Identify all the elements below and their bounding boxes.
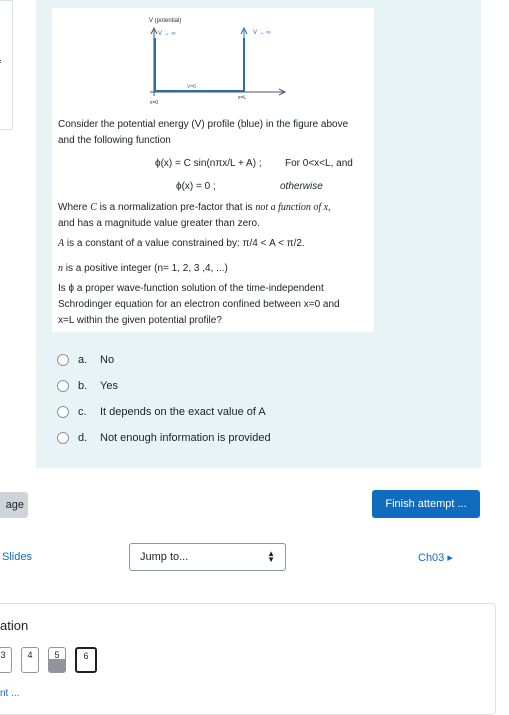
answer-option-c[interactable]: c. It depends on the exact value of A <box>57 403 266 421</box>
question-nav-button-3[interactable]: 3 <box>0 647 12 673</box>
intro-line-2: and the following function <box>58 135 171 146</box>
answer-text: Yes <box>100 380 118 392</box>
answer-option-b[interactable]: b. Yes <box>57 377 118 395</box>
answer-text: Not enough information is provided <box>100 432 271 444</box>
ask-line-2: Schrodinger equation for an electron con… <box>58 299 340 310</box>
radio-button[interactable] <box>57 354 69 366</box>
question-text: V (potential) V → ∞ V → ∞ V=0 x=0 x=L Co… <box>52 8 374 332</box>
answer-letter: d. <box>78 432 88 444</box>
previous-page-button[interactable]: age <box>0 492 28 518</box>
potential-profile <box>154 38 245 92</box>
answer-text: No <box>100 354 115 366</box>
n-line: n is a positive integer (n= 1, 2, 3 ,4, … <box>58 263 228 274</box>
answer-text: It depends on the exact value of A <box>100 406 266 418</box>
xL-label: x=L <box>238 95 246 101</box>
answer-letter: b. <box>78 380 88 392</box>
radio-button[interactable] <box>57 406 69 418</box>
axis-label: V (potential) <box>149 18 181 24</box>
v-inf-right-label: V → ∞ <box>253 30 271 36</box>
previous-activity-link[interactable]: Slides <box>2 551 32 563</box>
answer-option-a[interactable]: a. No <box>57 351 114 369</box>
potential-well-figure: V (potential) V → ∞ V → ∞ V=0 x=0 x=L <box>149 18 287 106</box>
jump-to-select[interactable]: Jump to... ▲ ▼ <box>129 543 286 571</box>
question-nav-button-6[interactable]: 6 <box>75 647 97 673</box>
radio-button[interactable] <box>57 380 69 392</box>
question-nav-button-5[interactable]: 5 <box>48 647 66 673</box>
v-inf-left-label: V → ∞ <box>158 31 176 37</box>
answer-option-d[interactable]: d. Not enough information is provided <box>57 429 271 447</box>
intro-line-1: Consider the potential energy (V) profil… <box>58 119 349 130</box>
radio-button[interactable] <box>57 432 69 444</box>
where-line-1: Where C is a normalization pre-factor th… <box>58 202 331 213</box>
question-nav-button-4[interactable]: 4 <box>21 647 39 673</box>
equation-1: ϕ(x) = C sin(nπx/L + A) ; <box>155 158 262 169</box>
equation-2-condition: otherwise <box>280 181 323 192</box>
answer-letter: c. <box>78 406 87 418</box>
x0-label: x=0 <box>150 100 158 106</box>
select-arrows-icon: ▲ ▼ <box>267 549 275 564</box>
finish-attempt-link[interactable]: nt ... <box>0 688 19 699</box>
next-activity-link[interactable]: Ch03 ▸ <box>418 551 453 564</box>
finish-attempt-button[interactable]: Finish attempt ... <box>372 490 480 518</box>
left-card-text: f <box>0 59 1 71</box>
quiz-navigation-title: ation <box>0 618 29 633</box>
v-zero-label: V=0 <box>187 84 196 90</box>
ask-line-1: Is ϕ a proper wave-function solution of … <box>58 283 324 294</box>
ask-line-3: x=L within the given potential profile? <box>58 315 222 326</box>
left-info-card: f <box>0 0 13 130</box>
answer-letter: a. <box>78 354 88 366</box>
equation-2: ϕ(x) = 0 ; <box>176 181 216 192</box>
jump-to-label: Jump to... <box>140 551 189 563</box>
a-constraint-line: A is a constant of a value constrained b… <box>58 238 305 249</box>
equation-1-condition: For 0<x<L, and <box>285 158 353 169</box>
where-line-2: and has a magnitude value greater than z… <box>58 218 260 229</box>
